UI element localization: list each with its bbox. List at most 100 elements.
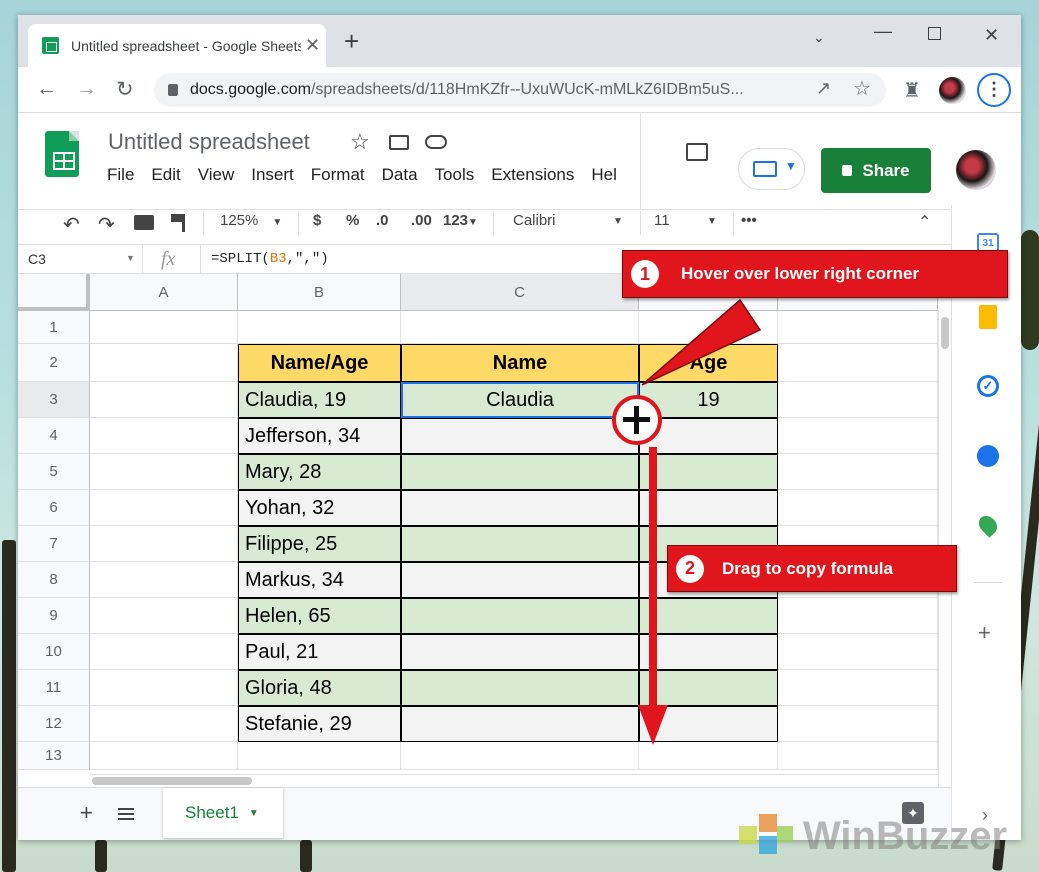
grid-cell[interactable] [90, 706, 238, 742]
close-window-icon[interactable]: ✕ [984, 25, 999, 46]
move-folder-icon[interactable] [389, 135, 409, 150]
row-header[interactable]: 9 [18, 598, 90, 634]
grid-cell[interactable] [90, 526, 238, 562]
paint-format-icon[interactable] [171, 214, 185, 232]
increase-decimal-button[interactable]: .00 [411, 212, 432, 229]
extensions-icon[interactable]: ♜ [903, 78, 921, 103]
undo-icon[interactable]: ↶ [63, 212, 80, 237]
document-title[interactable]: Untitled spreadsheet [108, 129, 310, 155]
grid-cell[interactable] [90, 598, 238, 634]
row-header[interactable]: 4 [18, 418, 90, 454]
add-sheet-icon[interactable]: + [80, 800, 93, 826]
share-button[interactable]: Share [821, 148, 931, 193]
column-header-b[interactable]: B [238, 274, 401, 311]
more-tools-button[interactable]: ••• [741, 212, 757, 229]
menu-tools[interactable]: Tools [435, 165, 475, 185]
grid-cell[interactable] [90, 634, 238, 670]
table-cell[interactable]: Helen, 65 [238, 598, 401, 634]
menu-view[interactable]: View [198, 165, 235, 185]
table-cell[interactable] [639, 418, 778, 454]
font-size-select[interactable]: 11 ▼ [654, 212, 724, 229]
grid-cell[interactable] [90, 418, 238, 454]
forward-icon[interactable]: → [76, 77, 97, 101]
grid-cell[interactable] [90, 344, 238, 382]
bookmark-star-icon[interactable]: ☆ [853, 76, 871, 101]
star-icon[interactable]: ☆ [350, 129, 370, 155]
grid-cell[interactable] [90, 670, 238, 706]
collapse-menus-icon[interactable]: ⌃ [918, 212, 931, 232]
grid-cell[interactable] [90, 742, 238, 770]
grid-cell[interactable] [90, 382, 238, 418]
row-header[interactable]: 6 [18, 490, 90, 526]
table-cell[interactable] [401, 670, 639, 706]
maximize-icon[interactable] [928, 27, 941, 40]
grid-cell[interactable] [778, 418, 938, 454]
close-tab-icon[interactable]: ✕ [305, 35, 320, 56]
table-cell[interactable]: Markus, 34 [238, 562, 401, 598]
more-formats-button[interactable]: 123▼ [443, 212, 478, 229]
menu-help[interactable]: Hel [591, 165, 617, 185]
table-cell[interactable]: Mary, 28 [238, 454, 401, 490]
decrease-decimal-button[interactable]: .0 [376, 212, 389, 229]
cloud-status-icon[interactable] [425, 135, 447, 149]
new-tab-icon[interactable]: + [344, 28, 359, 54]
menu-file[interactable]: File [107, 165, 134, 185]
name-box[interactable]: C3 ▼ [18, 245, 143, 273]
table-cell[interactable] [639, 454, 778, 490]
menu-edit[interactable]: Edit [151, 165, 180, 185]
grid-cell[interactable] [90, 562, 238, 598]
table-cell[interactable] [401, 562, 639, 598]
grid-cell[interactable] [778, 382, 938, 418]
grid-cell[interactable] [401, 311, 639, 344]
grid-cell[interactable] [778, 311, 938, 344]
grid-cell[interactable] [778, 344, 938, 382]
table-cell[interactable] [401, 418, 639, 454]
grid-cell[interactable] [238, 311, 401, 344]
row-header[interactable]: 10 [18, 634, 90, 670]
fill-handle[interactable] [635, 414, 642, 421]
tasks-icon[interactable]: ✓ [977, 375, 999, 397]
table-cell[interactable] [401, 454, 639, 490]
grid-cell[interactable] [90, 490, 238, 526]
browser-menu-icon[interactable]: ⋮ [977, 73, 1011, 107]
table-cell[interactable] [401, 490, 639, 526]
zoom-select[interactable]: 125% ▼ [220, 212, 282, 229]
grid-cell[interactable] [401, 742, 639, 770]
table-cell[interactable]: Jefferson, 34 [238, 418, 401, 454]
row-header[interactable]: 2 [18, 344, 90, 382]
table-cell[interactable] [639, 598, 778, 634]
table-cell[interactable] [639, 634, 778, 670]
row-header[interactable]: 5 [18, 454, 90, 490]
menu-insert[interactable]: Insert [251, 165, 294, 185]
table-header-cell[interactable]: Name [401, 344, 639, 382]
table-cell[interactable] [401, 634, 639, 670]
share-page-icon[interactable]: ↗ [816, 78, 831, 99]
grid-cell[interactable] [639, 742, 778, 770]
print-icon[interactable] [134, 215, 154, 230]
currency-format-button[interactable]: $ [313, 212, 321, 229]
table-cell[interactable] [639, 670, 778, 706]
grid-cell[interactable] [778, 706, 938, 742]
minimize-icon[interactable]: — [874, 21, 892, 42]
sheets-logo-icon[interactable] [45, 131, 79, 177]
table-cell[interactable]: Claudia, 19 [238, 382, 401, 418]
row-header[interactable]: 3 [18, 382, 90, 418]
row-header[interactable]: 8 [18, 562, 90, 598]
reload-icon[interactable]: ↻ [116, 77, 134, 102]
row-header[interactable]: 11 [18, 670, 90, 706]
grid-cell[interactable] [778, 490, 938, 526]
row-header[interactable]: 12 [18, 706, 90, 742]
horizontal-scrollbar[interactable] [90, 774, 938, 787]
grid-cell[interactable] [778, 742, 938, 770]
maps-icon[interactable] [975, 512, 1001, 538]
grid-cell[interactable] [238, 742, 401, 770]
table-cell[interactable]: Filippe, 25 [238, 526, 401, 562]
grid-cell[interactable] [778, 598, 938, 634]
chevron-down-icon[interactable]: ⌄ [813, 29, 825, 46]
table-header-cell[interactable]: Age [639, 344, 778, 382]
redo-icon[interactable]: ↷ [98, 212, 115, 237]
grid-cell[interactable] [639, 311, 778, 344]
sheet-tab-sheet1[interactable]: Sheet1 ▼ [163, 788, 283, 838]
grid-cell[interactable] [778, 454, 938, 490]
comments-icon[interactable] [686, 143, 708, 161]
